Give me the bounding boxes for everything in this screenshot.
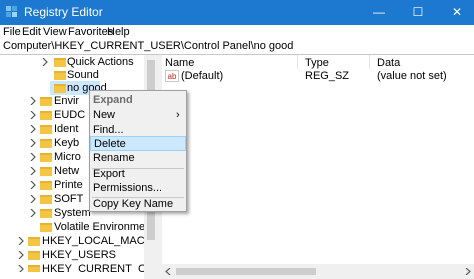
folder-icon	[54, 71, 66, 80]
tree-item-label: Sound	[67, 69, 99, 81]
chevron-right-icon[interactable]	[42, 58, 48, 66]
scroll-left-icon[interactable]	[165, 268, 171, 275]
menu-item-label: Rename	[93, 152, 135, 164]
chevron-right-icon[interactable]	[30, 153, 36, 161]
registry-app-icon	[6, 6, 17, 17]
title-bar: Registry Editor — ☐ ✕	[0, 0, 474, 25]
column-header-data[interactable]: Data	[377, 57, 400, 69]
folder-icon	[40, 139, 52, 148]
menu-item-rename[interactable]: Rename	[90, 151, 186, 166]
column-divider[interactable]	[369, 55, 370, 69]
submenu-arrow-icon: ›	[176, 109, 180, 121]
chevron-right-icon[interactable]	[18, 237, 24, 245]
chevron-right-icon[interactable]	[30, 209, 36, 217]
menu-item-permissions[interactable]: Permissions...	[90, 181, 186, 196]
chevron-right-icon[interactable]	[30, 195, 36, 203]
tree-item-label: HKEY_LOCAL_MACHINE	[42, 235, 158, 247]
tree-item-label: Ident	[54, 123, 79, 135]
values-scroll-thumb[interactable]	[176, 268, 316, 275]
value-name: (Default)	[181, 70, 224, 82]
chevron-right-icon[interactable]	[30, 139, 36, 147]
tree-item-label: Micro	[54, 151, 81, 163]
folder-icon	[54, 84, 66, 93]
chevron-right-icon[interactable]	[30, 125, 36, 133]
folder-icon	[40, 181, 52, 190]
menu-item-label: Export	[93, 168, 125, 180]
menu-item-label: Expand	[93, 94, 133, 106]
folder-icon	[40, 195, 52, 204]
chevron-right-icon[interactable]	[18, 251, 24, 259]
window-title: Registry Editor	[24, 5, 103, 19]
folder-icon	[54, 58, 66, 67]
menu-item-expand[interactable]: Expand	[90, 93, 186, 108]
menu-item-export[interactable]: Export	[90, 167, 186, 182]
menu-edit[interactable]: Edit	[22, 25, 41, 39]
context-menu: Expand New › Find... Delete Rename Expor…	[89, 90, 187, 212]
chevron-right-icon[interactable]	[30, 181, 36, 189]
tree-item-hkey-users[interactable]: HKEY_USERS	[0, 248, 144, 262]
tree-item-quick-actions[interactable]: Quick Actions	[0, 55, 144, 69]
chevron-right-icon[interactable]	[18, 265, 24, 272]
folder-icon	[40, 167, 52, 176]
tree-item-label: Netw	[54, 165, 80, 177]
tree-item-label: Volatile Environment	[54, 221, 155, 233]
tree-item-hkey-current-config[interactable]: HKEY_CURRENT_CONFIG	[0, 262, 144, 272]
menu-view[interactable]: View	[43, 25, 67, 39]
address-path[interactable]: Computer\HKEY_CURRENT_USER\Control Panel…	[3, 40, 293, 52]
tree-item-label: Envir	[54, 95, 80, 107]
tree-item-label: Quick Actions	[67, 56, 134, 68]
folder-icon	[28, 237, 40, 246]
column-divider[interactable]	[297, 55, 298, 69]
folder-icon	[40, 111, 52, 120]
menu-item-delete[interactable]: Delete	[90, 136, 186, 151]
menu-item-label: Permissions...	[93, 182, 163, 194]
chevron-right-icon[interactable]	[30, 111, 36, 119]
tree-item-label: Keyb	[54, 137, 80, 149]
menu-item-label: Delete	[94, 138, 126, 150]
folder-icon	[40, 223, 52, 232]
folder-icon	[40, 209, 52, 218]
values-pane[interactable]: Name Type Data ab (Default) REG_SZ (valu…	[162, 55, 474, 279]
folder-icon	[28, 251, 40, 260]
menu-item-label: New	[93, 109, 116, 121]
folder-icon	[40, 153, 52, 162]
menu-help[interactable]: Help	[107, 25, 130, 39]
tree-item-hkey-local-machine[interactable]: HKEY_LOCAL_MACHINE	[0, 234, 158, 248]
menu-item-copy-key-name[interactable]: Copy Key Name	[90, 197, 186, 212]
chevron-right-icon[interactable]	[30, 97, 36, 105]
folder-icon	[28, 265, 40, 272]
folder-icon	[40, 97, 52, 106]
scroll-right-icon[interactable]	[465, 268, 471, 275]
chevron-right-icon[interactable]	[30, 167, 36, 175]
tree-item-label: HKEY_USERS	[42, 249, 116, 261]
folder-icon	[40, 125, 52, 134]
tree-item-label: Printe	[54, 179, 83, 191]
tree-item-label: System	[54, 207, 91, 219]
value-type: REG_SZ	[305, 70, 350, 82]
menu-item-new[interactable]: New ›	[90, 108, 186, 123]
column-header-name[interactable]: Name	[165, 57, 194, 69]
menu-bar: File Edit View Favorites Help	[0, 25, 474, 39]
column-header-type[interactable]: Type	[305, 57, 329, 69]
close-button[interactable]: ✕	[442, 0, 472, 25]
maximize-button[interactable]: ☐	[403, 0, 433, 25]
menu-item-label: Copy Key Name	[93, 198, 174, 210]
address-bar[interactable]: Computer\HKEY_CURRENT_USER\Control Panel…	[0, 39, 474, 55]
string-value-icon: ab	[165, 70, 179, 82]
menu-file[interactable]: File	[3, 25, 21, 39]
tree-item-sound[interactable]: Sound	[0, 68, 144, 82]
tree-item-label: SOFT	[54, 193, 84, 205]
minimize-button[interactable]: —	[364, 0, 394, 25]
tree-item-label: EUDC	[54, 109, 86, 121]
tree-item-volatile-environment[interactable]: Volatile Environment	[0, 220, 154, 234]
tree-item-label: HKEY_CURRENT_CONFIG	[42, 263, 144, 272]
value-data: (value not set)	[377, 70, 447, 82]
